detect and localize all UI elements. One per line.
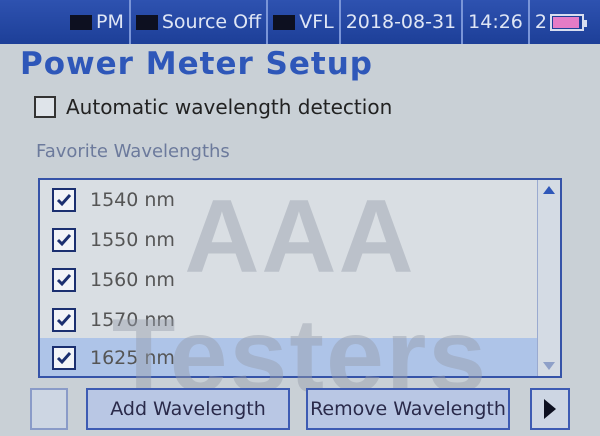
list-item[interactable]: 1550 nm <box>40 220 538 260</box>
scroll-up-button[interactable] <box>538 180 560 200</box>
auto-detect-label: Automatic wavelength detection <box>66 95 393 119</box>
vfl-label: VFL <box>299 11 334 33</box>
check-icon <box>56 314 72 327</box>
status-time: 14:26 <box>461 0 528 44</box>
list-scrollbar[interactable] <box>537 180 560 376</box>
wavelength-checkbox[interactable] <box>52 346 76 370</box>
source-indicator-icon <box>135 14 158 30</box>
arrow-down-icon <box>543 362 555 370</box>
status-battery: 2 <box>527 0 589 44</box>
vfl-indicator-icon <box>273 14 296 30</box>
list-item[interactable]: 1560 nm <box>40 260 538 300</box>
favorites-list: 1540 nm 1550 nm 1560 nm 1570 nm 1625 nm <box>38 178 562 378</box>
list-item[interactable]: 1540 nm <box>40 180 538 220</box>
wavelength-label: 1550 nm <box>90 229 175 251</box>
list-item[interactable]: 1570 nm <box>40 300 538 340</box>
auto-detect-checkbox[interactable] <box>34 96 56 118</box>
pm-indicator-icon <box>70 14 92 30</box>
next-page-button[interactable] <box>530 388 570 430</box>
battery-icon <box>550 13 587 31</box>
check-icon <box>56 274 72 287</box>
favorites-label: Favorite Wavelengths <box>36 141 230 162</box>
list-item-selected[interactable]: 1625 nm <box>40 338 538 376</box>
remove-wavelength-button[interactable]: Remove Wavelength <box>306 388 510 430</box>
wavelength-label: 1625 nm <box>90 347 175 369</box>
scroll-down-button[interactable] <box>538 356 560 376</box>
play-arrow-icon <box>544 399 556 419</box>
wavelength-label: 1540 nm <box>90 189 175 211</box>
page-title: Power Meter Setup <box>20 46 373 82</box>
status-date: 2018-08-31 <box>338 0 461 44</box>
source-label: Source Off <box>161 11 262 33</box>
check-icon <box>56 234 72 247</box>
wavelength-checkbox[interactable] <box>52 268 76 292</box>
wavelength-label: 1570 nm <box>90 309 175 331</box>
add-wavelength-button[interactable]: Add Wavelength <box>86 388 290 430</box>
wavelength-checkbox[interactable] <box>52 308 76 332</box>
check-icon <box>56 194 72 207</box>
auto-detect-option[interactable]: Automatic wavelength detection <box>34 95 392 119</box>
arrow-up-icon <box>543 186 555 194</box>
time-text: 14:26 <box>468 11 523 33</box>
status-source: Source Off <box>128 0 266 44</box>
wavelength-checkbox[interactable] <box>52 228 76 252</box>
status-bar: PM Source Off VFL 2018-08-31 14:26 2 <box>0 0 600 44</box>
status-vfl: VFL <box>266 0 339 44</box>
wavelength-checkbox[interactable] <box>52 188 76 212</box>
status-pm: PM <box>0 0 129 44</box>
battery-prefix: 2 <box>534 11 547 33</box>
wavelength-label: 1560 nm <box>90 269 175 291</box>
date-text: 2018-08-31 <box>345 11 457 33</box>
blank-button[interactable] <box>30 388 68 430</box>
check-icon <box>56 352 72 365</box>
pm-label: PM <box>96 11 124 33</box>
